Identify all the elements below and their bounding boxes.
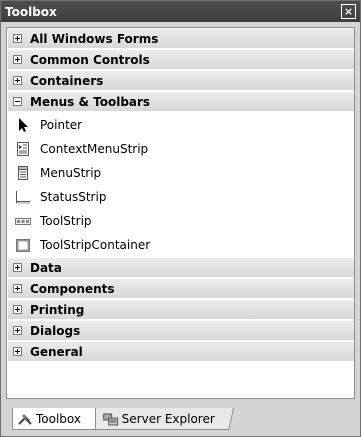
- toolbox-icon: [17, 411, 33, 427]
- title-bar[interactable]: Toolbox ×: [1, 1, 360, 22]
- expand-icon[interactable]: [13, 55, 22, 64]
- tab-label: Toolbox: [36, 411, 81, 426]
- tool-item-label: MenuStrip: [40, 166, 102, 180]
- tool-item-toolstrip[interactable]: ToolStrip: [7, 209, 354, 233]
- bottom-tabstrip: Server Explorer Toolbox: [6, 408, 355, 432]
- collapse-icon[interactable]: [13, 97, 22, 106]
- tool-item-label: ToolStrip: [40, 214, 92, 228]
- tool-item-pointer[interactable]: Pointer: [7, 113, 354, 137]
- toolbox-window: Toolbox × All Windows Forms Common Contr…: [0, 0, 361, 437]
- contextmenustrip-icon: [15, 141, 31, 157]
- category-general[interactable]: General: [8, 342, 354, 361]
- category-label: Containers: [30, 73, 104, 88]
- server-explorer-icon: [103, 411, 119, 427]
- toolstripcontainer-icon: [15, 237, 31, 253]
- tab-label: Server Explorer: [121, 411, 215, 426]
- category-all-windows-forms[interactable]: All Windows Forms: [8, 29, 354, 48]
- expand-icon[interactable]: [13, 76, 22, 85]
- expand-icon[interactable]: [13, 284, 22, 293]
- expand-icon[interactable]: [13, 305, 22, 314]
- toolstrip-icon: [15, 213, 31, 229]
- category-label: Dialogs: [30, 323, 81, 338]
- tool-item-menustrip[interactable]: MenuStrip: [7, 161, 354, 185]
- category-label: Data: [30, 260, 62, 275]
- category-label: General: [30, 344, 83, 359]
- expand-icon[interactable]: [13, 326, 22, 335]
- category-label: Components: [30, 281, 115, 296]
- menustrip-icon: [15, 165, 31, 181]
- category-printing[interactable]: Printing: [8, 300, 354, 319]
- pointer-icon: [15, 117, 31, 133]
- tool-item-label: Pointer: [40, 118, 83, 132]
- tab-server-explorer[interactable]: Server Explorer: [89, 408, 234, 430]
- close-icon: ×: [343, 5, 354, 18]
- statusstrip-icon: [15, 189, 31, 205]
- expand-icon[interactable]: [13, 347, 22, 356]
- expand-icon[interactable]: [13, 34, 22, 43]
- category-label: Menus & Toolbars: [30, 94, 151, 109]
- category-label: Printing: [30, 302, 85, 317]
- tab-toolbox[interactable]: Toolbox: [12, 408, 96, 430]
- category-components[interactable]: Components: [8, 279, 354, 298]
- category-menus-toolbars[interactable]: Menus & Toolbars: [8, 92, 354, 111]
- tool-item-label: ContextMenuStrip: [40, 142, 149, 156]
- category-data[interactable]: Data: [8, 258, 354, 277]
- tool-item-label: ToolStripContainer: [40, 238, 151, 252]
- category-label: Common Controls: [30, 52, 150, 67]
- category-containers[interactable]: Containers: [8, 71, 354, 90]
- category-label: All Windows Forms: [30, 31, 159, 46]
- tool-item-contextmenustrip[interactable]: ContextMenuStrip: [7, 137, 354, 161]
- tool-item-statusstrip[interactable]: StatusStrip: [7, 185, 354, 209]
- tool-item-label: StatusStrip: [40, 190, 107, 204]
- expand-icon[interactable]: [13, 263, 22, 272]
- window-title: Toolbox: [5, 4, 57, 19]
- tool-item-toolstripcontainer[interactable]: ToolStripContainer: [7, 233, 354, 257]
- close-button[interactable]: ×: [341, 4, 356, 19]
- category-dialogs[interactable]: Dialogs: [8, 321, 354, 340]
- toolbox-panel: All Windows Forms Common Controls Contai…: [6, 27, 355, 399]
- category-common-controls[interactable]: Common Controls: [8, 50, 354, 69]
